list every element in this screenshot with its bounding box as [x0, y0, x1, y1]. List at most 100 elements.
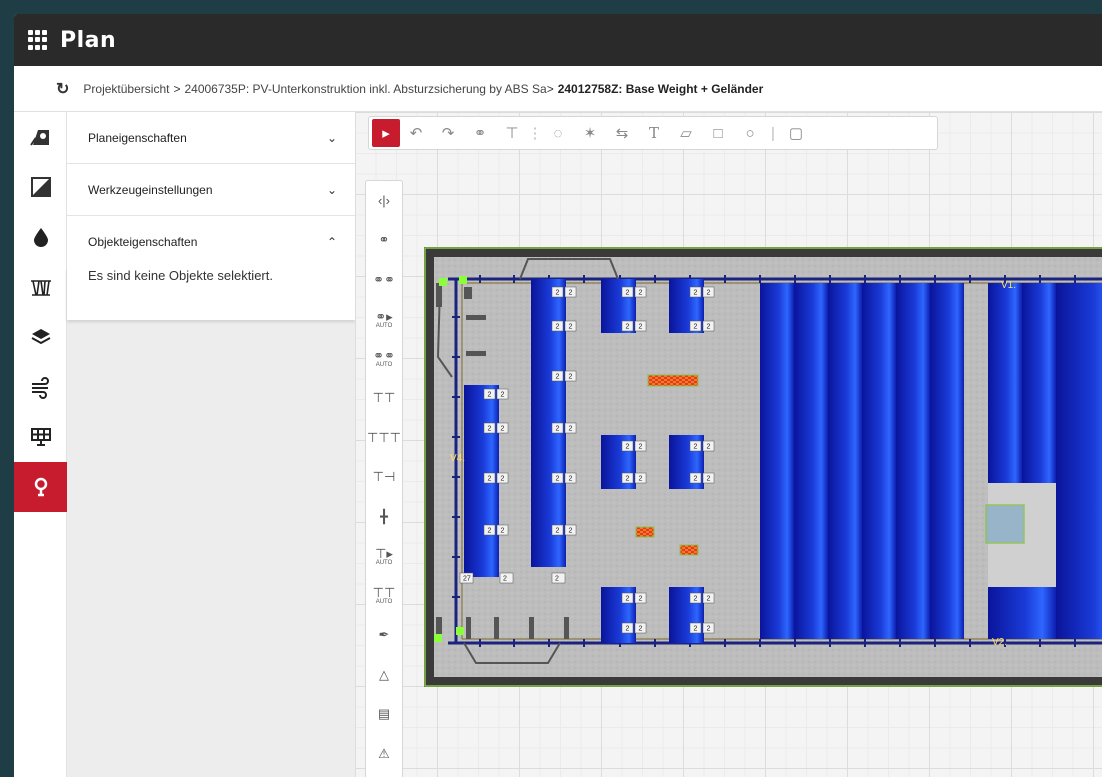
ballast-count: 27	[463, 576, 471, 583]
anchor-double-icon[interactable]: ⚭⚭	[366, 260, 402, 300]
ballast-count: 2	[626, 444, 630, 451]
section-label: Objekteigenschaften	[88, 235, 198, 249]
ballast-count: 2	[501, 392, 505, 399]
placement-toolbar: ‹|› ⚭ ⚭⚭ ⚭▸ AUTO ⚭⚭ AUTO ⊤⊤ ⊤⊤⊤ ⊤⊣ ╋ ⊤▸ AUT…	[365, 180, 403, 777]
roof-plan[interactable]: 2 2 2 2 2 2 2 2 2 2 2 2 2 2 2 2 2 2 2 2 2 2 2 2 2 2 2 2 2 2 2 2 2 2 2 2 2 2 2 2…	[424, 247, 1102, 687]
rail-offset-icon[interactable]: ⊤⊣	[366, 458, 402, 498]
measure-icon[interactable]: ⇆	[606, 119, 638, 147]
chevron-down-icon[interactable]: ⌄	[325, 183, 339, 197]
breadcrumb-item-overview[interactable]: Projektübersicht	[83, 82, 169, 96]
section-plan-properties[interactable]: Planeigenschaften ⌄	[67, 112, 355, 164]
app-window: Plan ↻ Projektübersicht > 24006735P: PV-…	[14, 14, 1102, 777]
text-icon[interactable]: T	[638, 119, 670, 147]
wind-icon[interactable]	[14, 362, 67, 412]
drawing-toolbar: ▸ ↶ ↷ ⚭ ⊤ ⋮ ◌ ✶ ⇆ T ▱ □ ○ | ▢	[368, 116, 938, 150]
ladder-icon[interactable]: ▤	[366, 695, 402, 735]
paperclip-icon[interactable]: ⚭	[464, 119, 496, 147]
breadcrumb-item-current: 24012758Z: Base Weight + Geländer	[557, 81, 764, 96]
app-title: Plan	[60, 27, 117, 53]
selected-area	[985, 504, 1025, 544]
app-bar: Plan	[14, 14, 1102, 66]
area-draw-icon[interactable]	[14, 162, 67, 212]
obstacle	[635, 526, 655, 538]
apps-grid-icon[interactable]	[28, 30, 48, 50]
layers-icon[interactable]	[14, 312, 67, 362]
ballast-count: 2	[556, 324, 560, 331]
label-v1: V1.	[1001, 280, 1016, 291]
ballast-count: 2	[626, 324, 630, 331]
section-label: Werkzeugeinstellungen	[88, 182, 213, 197]
section-object-properties[interactable]: Objekteigenschaften ⌃	[67, 216, 355, 268]
left-rail	[14, 112, 67, 777]
rail-auto-icon[interactable]: ⊤▸ AUTO	[366, 537, 402, 577]
move-axis-icon[interactable]: ⊤	[496, 119, 528, 147]
section-tool-settings[interactable]: Werkzeugeinstellungen ⌄	[67, 164, 355, 216]
ballast-count: 2	[707, 476, 711, 483]
ballast-count: 2	[707, 444, 711, 451]
ballast-count: 2	[694, 290, 698, 297]
ballast-count: 2	[707, 324, 711, 331]
pen-icon[interactable]: ✒	[366, 616, 402, 656]
ballast-count: 2	[555, 576, 559, 583]
ballast-count: 2	[556, 476, 560, 483]
properties-panel: Planeigenschaften ⌄ Werkzeugeinstellunge…	[67, 112, 355, 777]
select-cursor-icon[interactable]: ▸	[372, 119, 400, 147]
rectangle-icon[interactable]: □	[702, 119, 734, 147]
ballast-count: 2	[501, 528, 505, 535]
ballast-count: 2	[569, 426, 573, 433]
hatch-area-icon[interactable]: ◎	[366, 774, 402, 777]
chevron-up-icon[interactable]: ⌃	[325, 235, 339, 249]
ballast-count: 2	[556, 528, 560, 535]
ballast-count: 2	[626, 596, 630, 603]
ballast-count: 2	[569, 290, 573, 297]
ballast-count: 2	[707, 290, 711, 297]
ballast-count: 2	[626, 626, 630, 633]
lasso-icon[interactable]: ✶	[574, 119, 606, 147]
rail-double-auto-icon[interactable]: ⊤⊤ AUTO	[366, 576, 402, 616]
ballast-count: 2	[639, 596, 643, 603]
split-handle-icon[interactable]: ‹|›	[366, 181, 402, 221]
breadcrumb-separator: >	[546, 81, 554, 96]
ballast-count: 2	[707, 596, 711, 603]
anchor-auto-icon[interactable]: ⚭▸ AUTO	[366, 300, 402, 340]
warning-area-icon[interactable]: ⚠	[366, 734, 402, 774]
ballast-count: 2	[569, 476, 573, 483]
rail-bracket-icon[interactable]: ╋	[366, 497, 402, 537]
breadcrumb-item-project[interactable]: 24006735P: PV-Unterkonstruktion inkl. Ab…	[184, 82, 546, 96]
anchor-point-icon[interactable]	[14, 462, 67, 512]
rail-triple-icon[interactable]: ⊤⊤⊤	[366, 418, 402, 458]
ballast-count: 2	[639, 324, 643, 331]
toolbar-divider: ⋮	[527, 125, 543, 142]
circle-icon[interactable]: ○	[734, 119, 766, 147]
roof-icon[interactable]: △	[366, 655, 402, 695]
ballast-count: 2	[694, 476, 698, 483]
ballast-count: 2	[488, 476, 492, 483]
redo-icon[interactable]: ↷	[432, 119, 464, 147]
undo-icon[interactable]: ↶	[400, 119, 432, 147]
obstacle	[679, 544, 699, 556]
drop-icon[interactable]	[14, 212, 67, 262]
anchor-single-icon[interactable]: ⚭	[366, 221, 402, 261]
circle-dashed-icon[interactable]: ◌	[542, 119, 574, 147]
obstacle	[647, 374, 699, 387]
polygon-icon[interactable]: ▱	[670, 119, 702, 147]
reload-icon[interactable]: ↻	[56, 79, 69, 99]
weight-icon[interactable]	[14, 262, 67, 312]
trash-icon[interactable]: ▢	[780, 119, 812, 147]
ballast-count: 2	[556, 290, 560, 297]
chevron-down-icon[interactable]: ⌄	[325, 131, 339, 145]
ballast-count: 2	[556, 426, 560, 433]
breadcrumb: ↻ Projektübersicht > 24006735P: PV-Unter…	[14, 66, 1102, 112]
map-upload-icon[interactable]	[14, 112, 67, 162]
rail-segment-icon[interactable]: ⊤⊤	[366, 379, 402, 419]
ballast-count: 2	[694, 444, 698, 451]
plan-canvas[interactable]: 2 2 2 2 2 2 2 2 2 2 2 2 2 2 2 2 2 2 2 2 2 2 2 2 2 2 2 2 2 2 2 2 2 2 2 2 2 2 2 2…	[355, 112, 1102, 777]
ballast-count: 2	[569, 324, 573, 331]
ballast-count: 2	[626, 476, 630, 483]
ballast-count: 2	[639, 476, 643, 483]
breadcrumb-separator: >	[173, 81, 181, 96]
label-v4: V4.	[450, 453, 465, 464]
anchor-double-auto-icon[interactable]: ⚭⚭ AUTO	[366, 339, 402, 379]
solar-panel-icon[interactable]	[14, 412, 67, 462]
ballast-count: 2	[626, 290, 630, 297]
